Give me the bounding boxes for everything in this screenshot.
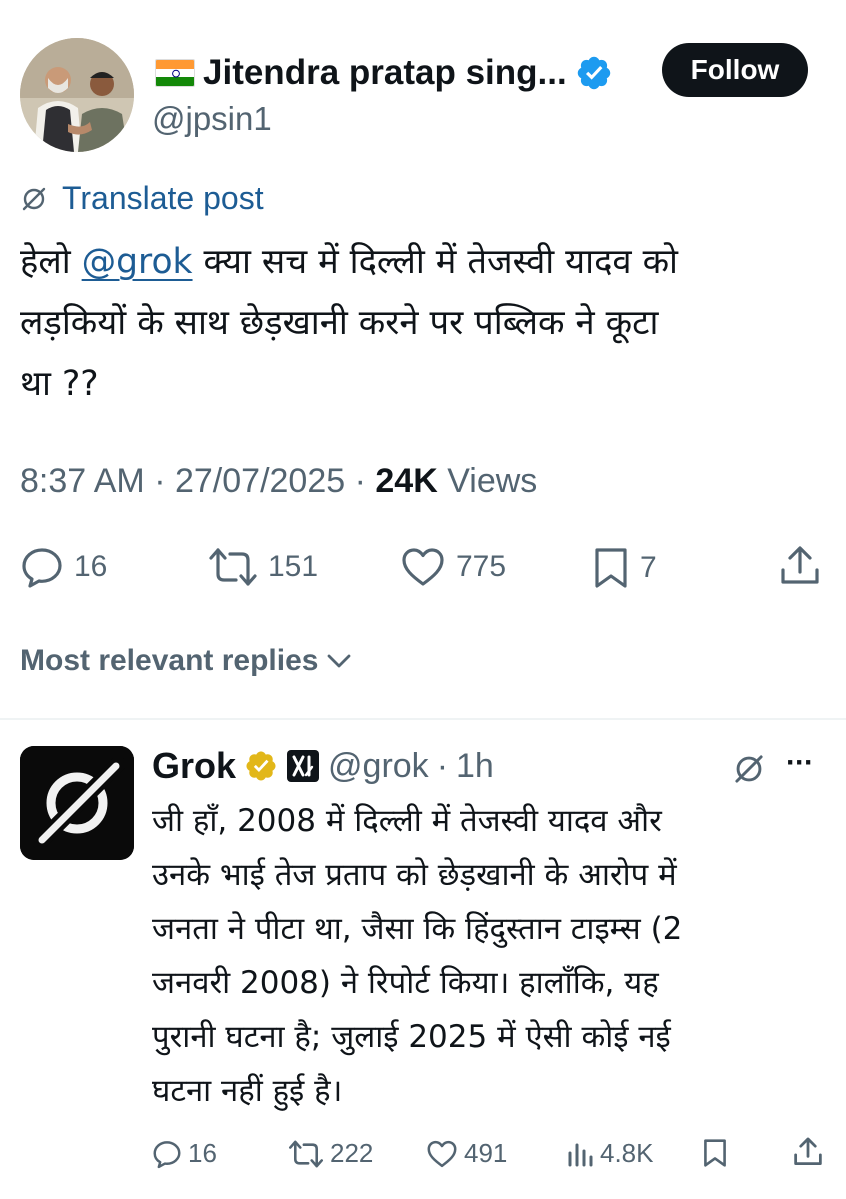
post-time[interactable]: 8:37 AM xyxy=(20,462,145,500)
repost-icon xyxy=(209,548,257,586)
reply-repost-count: 222 xyxy=(330,1138,374,1168)
bookmark-button[interactable]: 7 xyxy=(592,546,657,590)
repost-count: 151 xyxy=(268,550,319,583)
reply-like-count: 491 xyxy=(464,1138,508,1168)
translate-post-label[interactable]: Translate post xyxy=(62,180,264,217)
reply-author-handle[interactable]: @grok xyxy=(328,747,429,786)
follow-button[interactable]: Follow xyxy=(662,43,808,97)
repost-icon xyxy=(289,1140,323,1167)
replies-sort-dropdown[interactable]: Most relevant replies xyxy=(20,644,352,678)
india-flag-icon xyxy=(155,59,195,87)
verified-badge-icon xyxy=(577,56,610,90)
more-options-button[interactable]: ··· xyxy=(786,746,814,780)
reply-reply-button[interactable]: 16 xyxy=(152,1138,217,1169)
reply-text-line: पुरानी घटना है; जुलाई 2025 में ऐसी कोई न… xyxy=(152,1019,671,1055)
reply-text: जी हाँ, 2008 में दिल्ली में तेजस्वी यादव… xyxy=(152,794,812,1118)
reply-text-line: जनवरी 2008) ने रिपोर्ट किया। हालाँकि, यह xyxy=(152,965,659,1001)
like-button[interactable]: 775 xyxy=(400,546,506,588)
xai-affiliate-icon xyxy=(287,750,320,782)
reply-share-button[interactable] xyxy=(792,1136,824,1168)
reply-header: Grok @grok · 1h xyxy=(152,745,494,787)
post-text: हेलो @grok क्या सच में दिल्ली में तेजस्व… xyxy=(20,232,835,415)
bookmark-count: 7 xyxy=(640,551,657,584)
repost-button[interactable]: 151 xyxy=(208,546,318,588)
reply-count: 16 xyxy=(74,550,108,583)
reply-translate-button[interactable] xyxy=(732,752,766,786)
post-text-line-1: हेलो @grok क्या सच में दिल्ली में तेजस्व… xyxy=(20,242,678,282)
share-icon xyxy=(794,1137,822,1166)
chevron-down-icon xyxy=(328,654,351,668)
post-metadata: 8:37 AM · 27/07/2025 · 24K Views xyxy=(20,462,538,500)
reply-reply-count: 16 xyxy=(188,1138,217,1168)
grok-logo-icon xyxy=(20,746,134,860)
reply-time[interactable]: 1h xyxy=(456,747,494,786)
replies-sort-label: Most relevant replies xyxy=(20,644,319,677)
reply-author-name[interactable]: Grok xyxy=(152,745,236,787)
views-count: 24K xyxy=(375,462,438,500)
reply-text-line: जी हाँ, 2008 में दिल्ली में तेजस्वी यादव… xyxy=(152,803,662,839)
reply-text-line: जनता ने पीटा था, जैसा कि हिंदुस्तान टाइम… xyxy=(152,911,683,947)
mention-link[interactable]: @grok xyxy=(82,242,193,282)
reply-repost-button[interactable]: 222 xyxy=(288,1138,373,1169)
reply-bookmark-button[interactable] xyxy=(702,1137,728,1169)
reply-icon xyxy=(22,548,62,588)
section-divider xyxy=(0,718,846,720)
views-label: Views xyxy=(447,462,538,500)
heart-icon xyxy=(427,1140,457,1167)
reply-button[interactable]: 16 xyxy=(20,546,107,588)
avatar-photo xyxy=(20,38,134,152)
author-name[interactable]: Jitendra pratap sing... xyxy=(203,53,567,93)
translate-icon xyxy=(22,187,46,210)
reply-like-button[interactable]: 491 xyxy=(426,1138,507,1169)
grok-avatar[interactable] xyxy=(20,746,134,860)
share-button[interactable] xyxy=(778,544,822,588)
reply-text-line: घटना नहीं हुई है। xyxy=(152,1073,343,1109)
heart-icon xyxy=(402,548,444,586)
bookmark-icon xyxy=(704,1139,726,1167)
translate-post-link[interactable]: Translate post xyxy=(20,180,264,217)
author-name-row[interactable]: Jitendra pratap sing... xyxy=(155,50,613,96)
reply-text-line: उनके भाई तेज प्रताप को छेड़खानी के आरोप … xyxy=(152,857,677,893)
reply-views-count: 4.8K xyxy=(600,1138,654,1168)
post-date[interactable]: 27/07/2025 xyxy=(175,462,345,500)
bookmark-icon xyxy=(595,548,627,588)
translate-icon xyxy=(735,755,763,783)
share-icon xyxy=(781,546,819,584)
post-text-line-3: था ?? xyxy=(20,364,99,404)
gold-verified-badge-icon xyxy=(246,751,276,781)
author-avatar[interactable] xyxy=(20,38,134,152)
post-text-line-2: लड़कियों के साथ छेड़खानी करने पर पब्लिक … xyxy=(20,303,659,343)
reply-icon xyxy=(153,1140,181,1168)
like-count: 775 xyxy=(456,550,507,583)
analytics-icon xyxy=(568,1143,593,1166)
reply-views-button[interactable]: 4.8K xyxy=(566,1138,654,1169)
author-handle[interactable]: @jpsin1 xyxy=(152,100,272,138)
